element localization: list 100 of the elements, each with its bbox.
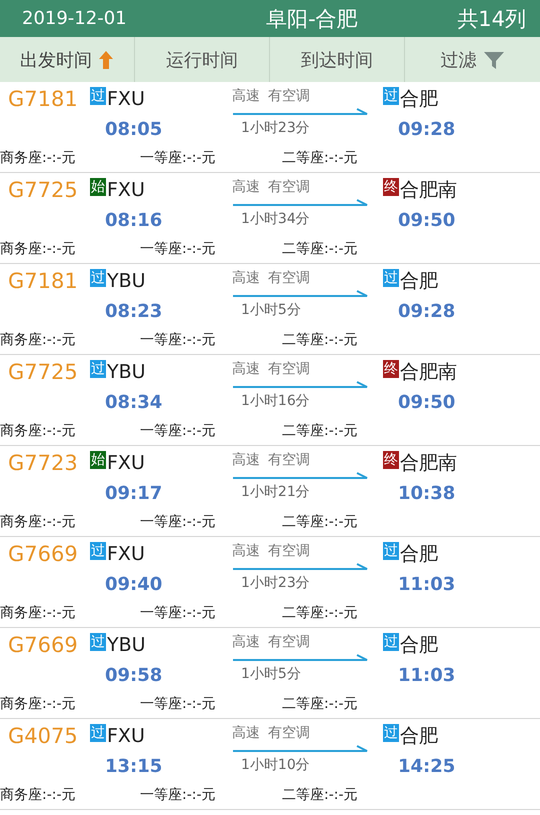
train-number: G7725 [7,360,79,384]
arrival-time: 11:03 [397,664,456,686]
station-name: FXU [107,725,145,747]
station-name: 合肥 [400,269,438,294]
departure-time: 08:23 [104,300,164,322]
station-name: 合肥 [400,542,438,567]
station-badge: 过 [383,542,399,560]
station-badge: 始 [90,178,106,196]
station-badge: 终 [383,451,399,469]
sort-tab[interactable]: 运行时间 [135,37,270,82]
seat-price: 一等座:-:-元 [140,786,217,804]
station-badge: 过 [90,269,106,287]
station-name: FXU [107,179,145,201]
filter-tab[interactable]: 过滤 [405,37,540,82]
train-number: G7669 [7,633,79,657]
seat-price: 一等座:-:-元 [140,331,217,349]
train-number: G7669 [7,542,79,566]
train-number: G7181 [7,269,79,293]
arrival-time: 09:50 [397,392,456,412]
sort-tab[interactable]: 到达时间 [270,37,405,82]
seat-price: 二等座:-:-元 [282,331,359,349]
date-label: 2019-12-01 [22,8,127,29]
feature-tag: 高速 [232,360,260,378]
departure-time: 13:15 [104,756,164,776]
station-badge: 过 [90,542,106,560]
seat-price: 二等座:-:-元 [282,604,359,622]
seat-price: 二等座:-:-元 [282,240,359,258]
duration: 1小时34分 [240,210,311,228]
train-number: G7181 [7,87,79,111]
feature-tag: 有空调 [268,542,310,560]
duration: 1小时5分 [240,301,302,319]
station-badge: 过 [90,360,106,378]
arrival-time: 14:25 [397,756,456,776]
feature-tag: 有空调 [268,269,310,287]
sort-tab[interactable]: 出发时间 [0,37,135,82]
station-badge: 过 [383,269,399,287]
station-badge: 过 [90,633,106,651]
station-badge: 过 [90,87,106,105]
feature-tag: 高速 [232,269,260,287]
feature-tag: 有空调 [268,724,310,742]
duration: 1小时23分 [240,119,311,137]
arrival-time: 09:28 [397,118,456,140]
seat-price: 商务座:-:-元 [0,604,77,622]
feature-tag: 高速 [232,542,260,560]
station-badge: 过 [383,724,399,742]
station-badge: 始 [90,451,106,469]
seat-price: 二等座:-:-元 [282,149,359,167]
feature-tag: 高速 [232,87,260,105]
departure-time: 08:34 [104,392,164,412]
seat-price: 商务座:-:-元 [0,331,77,349]
arrival-time: 11:03 [397,574,456,594]
duration: 1小时23分 [240,574,311,592]
arrival-time: 09:28 [397,300,456,322]
train-count: 共14列 [457,6,526,32]
station-name: 合肥南 [400,451,457,476]
feature-tag: 有空调 [268,360,310,378]
station-badge: 过 [90,724,106,742]
duration: 1小时16分 [240,392,311,410]
feature-tag: 有空调 [268,178,310,196]
station-name: FXU [107,543,145,565]
duration: 1小时10分 [240,756,311,774]
seat-price: 二等座:-:-元 [282,786,359,804]
feature-tag: 有空调 [268,87,310,105]
seat-price: 商务座:-:-元 [0,513,77,531]
seat-price: 一等座:-:-元 [140,149,217,167]
station-name: 合肥 [400,633,438,658]
station-badge: 终 [383,360,399,378]
station-name: 合肥 [400,724,438,749]
station-name: 合肥南 [400,360,457,385]
feature-tag: 高速 [232,451,260,469]
seat-price: 商务座:-:-元 [0,149,77,167]
train-number: G4075 [7,724,79,748]
departure-time: 08:16 [104,210,164,230]
feature-tag: 有空调 [268,451,310,469]
station-name: FXU [107,452,145,474]
seat-price: 一等座:-:-元 [140,695,217,713]
seat-price: 一等座:-:-元 [140,604,217,622]
station-badge: 过 [383,87,399,105]
station-name: 合肥南 [400,178,457,203]
departure-time: 08:05 [104,118,164,140]
seat-price: 二等座:-:-元 [282,695,359,713]
route-title: 阜阳-合肥 [266,6,358,32]
seat-price: 商务座:-:-元 [0,695,77,713]
seat-price: 商务座:-:-元 [0,240,77,258]
train-number: G7723 [7,451,79,475]
duration: 1小时21分 [240,483,311,501]
seat-price: 一等座:-:-元 [140,513,217,531]
feature-tag: 有空调 [268,633,310,651]
arrival-time: 09:50 [397,210,456,230]
departure-time: 09:17 [104,482,164,504]
station-name: YBU [107,361,146,383]
station-badge: 终 [383,178,399,196]
seat-price: 二等座:-:-元 [282,422,359,440]
departure-time: 09:40 [104,574,164,594]
departure-time: 09:58 [104,664,164,686]
station-name: FXU [107,88,145,110]
train-number: G7725 [7,178,79,202]
seat-price: 二等座:-:-元 [282,513,359,531]
station-name: YBU [107,634,146,656]
arrival-time: 10:38 [397,482,456,504]
